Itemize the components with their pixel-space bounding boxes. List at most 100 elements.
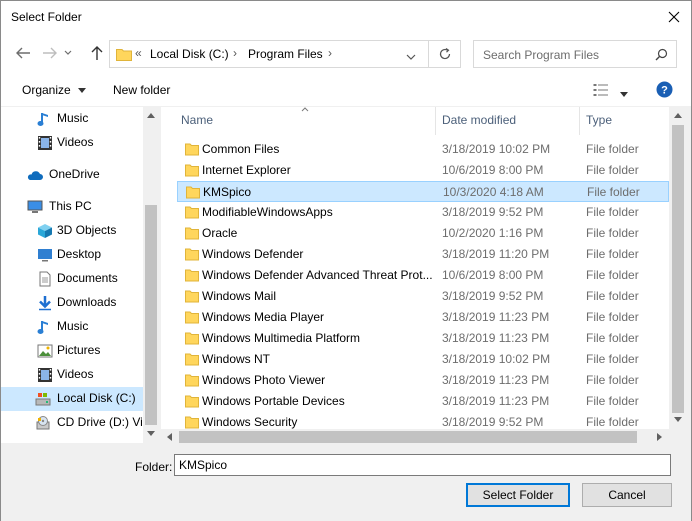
svg-text:?: ? [661,85,668,97]
help-icon: ? [656,81,673,98]
videos-icon [38,136,52,150]
column-divider[interactable] [579,107,580,135]
breadcrumb-separator-icon[interactable]: › [233,46,237,60]
column-header-name[interactable]: Name [181,113,213,139]
column-header-date-modified[interactable]: Date modified [442,113,516,139]
file-date-modified: 10/2/2020 1:16 PM [442,226,544,240]
file-type: File folder [586,268,639,282]
scroll-down-icon[interactable] [674,417,682,422]
sidebar-item-pictures[interactable]: Pictures [1,339,143,363]
breadcrumb-local-disk[interactable]: Local Disk (C:) [150,47,229,61]
file-row[interactable]: Windows Defender 3/18/2019 11:20 PM File f… [177,244,669,265]
file-row[interactable]: Windows Mail 3/18/2019 9:52 PM File folder [177,286,669,307]
file-row[interactable]: Oracle 10/2/2020 1:16 PM File folder [177,223,669,244]
file-name: KMSpico [203,185,252,199]
dialog-footer: Folder: KMSpico Select Folder Cancel [1,445,691,521]
sidebar-item-label: Music [57,319,89,333]
file-type: File folder [586,415,639,429]
file-date-modified: 10/6/2019 8:00 PM [442,163,544,177]
folder-name-field[interactable]: KMSpico [174,454,671,476]
recent-locations-button[interactable] [61,43,75,63]
scroll-up-icon[interactable] [147,113,155,118]
overflow-chevron-icon[interactable]: « [135,46,142,60]
sidebar-item-cd-drive[interactable]: CD Drive (D:) Vir [1,411,147,435]
navigation-pane-scrollbar[interactable] [143,107,159,443]
view-options-button[interactable] [593,83,629,100]
select-folder-button[interactable]: Select Folder [466,483,570,507]
organize-label: Organize [22,83,71,97]
sidebar-item-label: Pictures [57,343,101,357]
file-row[interactable]: Internet Explorer 10/6/2019 8:00 PM File f… [177,160,669,181]
file-row[interactable]: KMSpico 10/3/2020 4:18 AM File folder [177,181,669,202]
scroll-down-icon[interactable] [147,431,155,436]
back-button[interactable] [13,43,33,63]
back-arrow-icon [16,47,30,59]
file-row[interactable]: Windows Media Player 3/18/2019 11:23 PM Fi… [177,307,669,328]
folder-icon [185,248,199,261]
sort-ascending-icon [301,107,309,112]
sidebar-item-videos[interactable]: Videos [1,131,143,155]
sidebar-item-label: Videos [57,135,94,149]
file-date-modified: 3/18/2019 11:23 PM [442,394,550,408]
folder-icon [185,332,199,345]
refresh-button[interactable] [438,47,452,64]
forward-button[interactable] [40,43,60,63]
sidebar-item-documents[interactable]: Documents [1,267,143,291]
address-history-button[interactable] [406,50,416,64]
chevron-down-icon [64,50,72,55]
folder-icon [185,353,199,366]
up-button[interactable] [87,43,107,63]
breadcrumb-separator-icon[interactable]: › [328,46,332,60]
file-row[interactable]: Common Files 3/18/2019 10:02 PM File folde… [177,139,669,160]
music-icon [37,321,48,334]
sidebar-item-downloads[interactable]: Downloads [1,291,143,315]
cancel-button[interactable]: Cancel [582,483,672,507]
sidebar-item-this-pc[interactable]: This PC [1,195,143,219]
folder-icon [185,311,199,324]
file-type: File folder [587,185,640,199]
scroll-right-icon[interactable] [657,433,662,441]
sidebar-item-onedrive[interactable]: OneDrive [1,163,143,187]
file-row[interactable]: ModifiableWindowsApps 3/18/2019 9:52 PM Fi… [177,202,669,223]
sidebar-item-3d-objects[interactable]: 3D Objects [1,219,143,243]
file-list-scrollbar[interactable] [669,107,687,429]
search-placeholder: Search Program Files [483,48,600,62]
address-bar[interactable]: « Local Disk (C:) › Program Files › [109,40,461,68]
scrollbar-thumb[interactable] [179,431,637,443]
sidebar-item-music[interactable]: Music [1,315,143,339]
sidebar-item-videos[interactable]: Videos [1,363,143,387]
file-row[interactable]: Windows Photo Viewer 3/18/2019 11:23 PM Fi… [177,370,669,391]
scroll-up-icon[interactable] [674,113,682,118]
scroll-left-icon[interactable] [167,433,172,441]
search-icon [655,48,668,61]
refresh-icon [439,48,451,60]
search-box[interactable]: Search Program Files [473,40,677,68]
folder-icon [185,416,199,429]
file-row[interactable]: Windows NT 3/18/2019 10:02 PM File folder [177,349,669,370]
scrollbar-thumb[interactable] [145,205,157,425]
help-button[interactable]: ? [656,81,673,101]
file-row[interactable]: Windows Portable Devices 3/18/2019 11:23 … [177,391,669,412]
close-button[interactable] [663,6,685,28]
scrollbar-thumb[interactable] [672,125,684,413]
file-row[interactable]: Windows Security 3/18/2019 9:52 PM File fo… [177,412,669,429]
title-bar: Select Folder [1,1,691,35]
column-header-type[interactable]: Type [586,113,612,139]
this-pc-icon [27,200,43,213]
file-row[interactable]: Windows Multimedia Platform 3/18/2019 11:… [177,328,669,349]
folder-icon [185,269,199,282]
column-divider[interactable] [435,107,436,135]
file-date-modified: 3/18/2019 10:02 PM [442,142,551,156]
new-folder-button[interactable]: New folder [113,83,170,97]
downloads-icon [39,296,51,311]
sidebar-item-desktop[interactable]: Desktop [1,243,143,267]
sidebar-item-music[interactable]: Music [1,107,143,131]
breadcrumb-program-files[interactable]: Program Files [248,47,323,61]
file-list-horizontal-scrollbar[interactable] [161,429,669,445]
file-type: File folder [586,226,639,240]
sidebar-item-label: 3D Objects [57,223,117,237]
dropdown-triangle-icon [78,88,87,94]
organize-button[interactable]: Organize [22,83,87,97]
file-row[interactable]: Windows Defender Advanced Threat Prot...… [177,265,669,286]
sidebar-item-local-disk[interactable]: Local Disk (C:) [1,387,143,411]
